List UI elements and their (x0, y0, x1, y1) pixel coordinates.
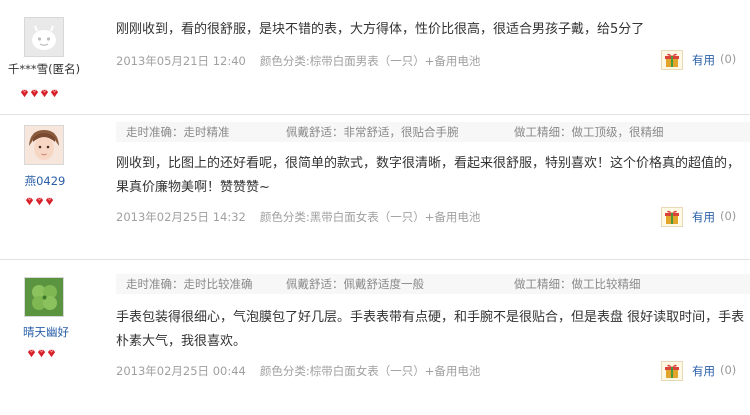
review-date: 2013年02月25日 00:44 (116, 364, 246, 378)
gift-icon (665, 364, 679, 378)
buyer-rank-badge (25, 191, 55, 206)
red-diamond-icon (37, 349, 46, 358)
tag-comfort: 佩戴舒适：非常舒适，很贴合手腕 (286, 125, 459, 139)
sku-info: 颜色分类:黑带白面女表（一只）+备用电池 (259, 210, 481, 224)
red-diamond-icon (27, 349, 36, 358)
review-text: 刚刚收到，看的很舒服，是块不错的表，大方得体，性价比很高，很适合男孩子戴，给5分… (116, 22, 645, 37)
username: 千***雪(匿名) (7, 62, 81, 76)
red-diamond-icon (35, 197, 44, 206)
red-diamond-icon (20, 89, 29, 98)
useful-button[interactable] (661, 361, 683, 381)
useful-count: (0) (720, 209, 737, 223)
username[interactable]: 晴天幽好 (2, 324, 90, 340)
tag-craft: 做工精细：做工顶级，很精细 (514, 125, 664, 139)
buyer-rank-badge (27, 343, 57, 358)
sku-info: 颜色分类:棕带白面男表（一只）+备用电池 (259, 54, 481, 68)
user-photo (25, 126, 63, 164)
useful-link[interactable]: 有用 (692, 209, 715, 225)
red-diamond-icon (25, 197, 34, 206)
review-meta: 2013年02月25日 14:32 颜色分类:黑带白面女表（一只）+备用电池 (116, 209, 480, 225)
tag-craft: 做工精细：做工比较精细 (514, 277, 641, 291)
tag-accuracy: 走时准确：走时比较准确 (126, 277, 253, 291)
review-item: 燕0429 走时准确：走时精准 佩戴舒适：非常舒适，很贴合手腕 做工精细：做工顶… (0, 115, 750, 259)
buyer-rank-badge (20, 83, 60, 98)
red-diamond-icon (40, 89, 49, 98)
review-text: 手表包装得很细心，气泡膜包了好几层。手表表带有点硬，和手腕不是很贴合，但是表盘 … (116, 310, 745, 349)
tag-comfort: 佩戴舒适：佩戴舒适度一般 (286, 277, 424, 291)
review-text: 刚收到，比图上的还好看呢，很简单的款式，数字很清晰，看起来很舒服，特别喜欢！这个… (116, 156, 741, 195)
review-date: 2013年05月21日 12:40 (116, 54, 246, 68)
review-item: 晴天幽好 走时准确：走时比较准确 佩戴舒适：佩戴舒适度一般 做工精细：做工比较精… (0, 260, 750, 415)
rating-tags: 走时准确：走时比较准确 佩戴舒适：佩戴舒适度一般 做工精细：做工比较精细 (116, 274, 750, 294)
review-date: 2013年02月25日 14:32 (116, 210, 246, 224)
clover-photo (25, 278, 63, 316)
avatar[interactable] (24, 17, 64, 57)
useful-count: (0) (720, 52, 737, 66)
red-diamond-icon (50, 89, 59, 98)
useful-button[interactable] (661, 50, 683, 70)
useful-link[interactable]: 有用 (692, 363, 715, 379)
gift-icon (665, 210, 679, 224)
useful-link[interactable]: 有用 (692, 52, 715, 68)
red-diamond-icon (30, 89, 39, 98)
red-diamond-icon (47, 349, 56, 358)
useful-button[interactable] (661, 207, 683, 227)
useful-count: (0) (720, 363, 737, 377)
avatar[interactable] (24, 277, 64, 317)
review-item: 千***雪(匿名) 刚刚收到，看的很舒服，是块不错的表，大方得体，性价比很高，很… (0, 0, 750, 114)
red-diamond-icon (45, 197, 54, 206)
gift-icon (665, 53, 679, 67)
avatar[interactable] (24, 125, 64, 165)
sku-info: 颜色分类:棕带白面女表（一只）+备用电池 (259, 364, 481, 378)
username[interactable]: 燕0429 (1, 173, 89, 189)
tag-accuracy: 走时准确：走时精准 (126, 125, 230, 139)
rating-tags: 走时准确：走时精准 佩戴舒适：非常舒适，很贴合手腕 做工精细：做工顶级，很精细 (116, 122, 750, 142)
review-meta: 2013年02月25日 00:44 颜色分类:棕带白面女表（一只）+备用电池 (116, 363, 480, 379)
review-meta: 2013年05月21日 12:40 颜色分类:棕带白面男表（一只）+备用电池 (116, 53, 480, 69)
anonymous-face-icon (25, 18, 63, 56)
